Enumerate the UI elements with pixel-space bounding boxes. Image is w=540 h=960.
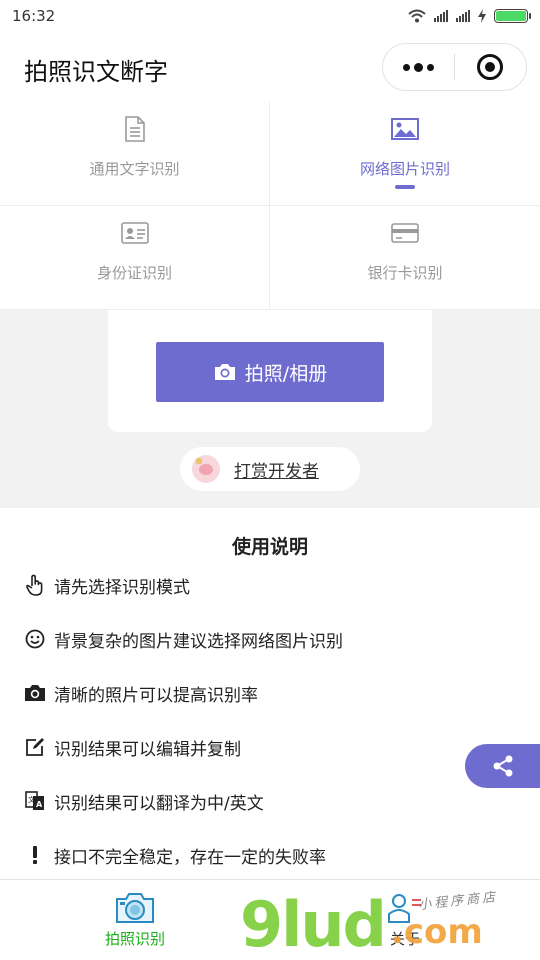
reward-developer-button[interactable]: 打赏开发者: [180, 447, 360, 491]
instruction-text: 背景复杂的图片建议选择网络图片识别: [54, 631, 343, 652]
close-miniprogram-button[interactable]: [455, 44, 526, 90]
image-icon: [391, 118, 419, 140]
capsule-menu: [382, 43, 527, 91]
person-tab-icon: [388, 893, 421, 923]
photo-album-label: 拍照/相册: [244, 362, 328, 385]
charging-icon: [478, 9, 486, 23]
instruction-item: 清晰的照片可以提高识别率: [24, 680, 258, 706]
bank-card-icon: [391, 223, 419, 243]
svg-text:文: 文: [28, 795, 35, 804]
piggy-bank-icon: [192, 455, 220, 483]
wifi-icon: [408, 9, 426, 23]
tab-about[interactable]: 关于: [270, 880, 540, 960]
mode-id-card[interactable]: 身份证识别: [0, 206, 270, 310]
battery-icon: [494, 9, 531, 23]
camera-icon: [214, 364, 235, 380]
more-dot-right: [427, 63, 434, 71]
signal-icon: [434, 10, 448, 22]
more-button[interactable]: [383, 44, 454, 90]
camera-tab-icon: [116, 892, 154, 923]
tab-photo-recognition[interactable]: 拍照识别: [0, 880, 270, 960]
status-time: 16:32: [12, 7, 56, 25]
mode-general-text[interactable]: 通用文字识别: [0, 102, 270, 206]
instruction-item: 背景复杂的图片建议选择网络图片识别: [24, 626, 343, 652]
photo-album-button[interactable]: 拍照/相册: [156, 342, 384, 402]
instruction-item: 接口不完全稳定，存在一定的失败率: [24, 842, 326, 868]
page-title: 拍照识文断字: [24, 58, 168, 86]
tab-bar: 拍照识别 关于: [0, 879, 540, 960]
reward-label: 打赏开发者: [234, 461, 319, 482]
instruction-item: 请先选择识别模式: [24, 572, 190, 598]
tab-label: 拍照识别: [104, 929, 165, 948]
status-bar: 16:32: [0, 0, 540, 32]
svg-text:A: A: [36, 800, 43, 809]
smiley-icon: [25, 629, 45, 649]
mode-label: 通用文字识别: [89, 160, 180, 178]
mode-web-image[interactable]: 网络图片识别: [270, 102, 540, 206]
more-dots-icon: [403, 63, 410, 71]
share-icon: [493, 755, 512, 777]
nav-bar: 拍照识文断字: [0, 32, 540, 102]
document-icon: [124, 116, 145, 142]
exclamation-icon: [33, 846, 37, 864]
camera-icon: [25, 685, 45, 701]
instruction-text: 请先选择识别模式: [54, 577, 190, 598]
status-icons: [408, 9, 531, 23]
share-button[interactable]: [465, 744, 540, 788]
id-card-icon: [120, 222, 149, 244]
pointer-hand-icon: [26, 574, 43, 596]
translate-icon: 文 A: [25, 791, 44, 810]
edit-icon: [26, 738, 44, 756]
instructions-title: 使用说明: [231, 536, 308, 558]
mode-label: 网络图片识别: [359, 160, 450, 178]
tab-label: 关于: [389, 929, 420, 948]
instructions-section: 使用说明 请先选择识别模式 背景复杂的图片建议选择网络图片识别 清晰的照片可以提…: [0, 508, 540, 880]
instruction-item: 识别结果可以编辑并复制: [24, 734, 241, 760]
mode-grid: 通用文字识别 网络图片识别 身份证识别 银行卡识别: [0, 102, 540, 310]
more-dot-center: [414, 62, 423, 72]
mode-bank-card[interactable]: 银行卡识别: [270, 206, 540, 310]
instruction-item: 文 A 识别结果可以翻译为中/英文: [24, 788, 264, 814]
mode-label: 身份证识别: [96, 264, 172, 282]
mode-label: 银行卡识别: [367, 264, 443, 282]
signal-icon-2: [456, 10, 470, 22]
instruction-text: 识别结果可以编辑并复制: [54, 739, 241, 760]
upload-area: 拍照/相册 打赏开发者: [0, 310, 540, 508]
active-indicator: [395, 185, 415, 189]
instruction-text: 识别结果可以翻译为中/英文: [54, 793, 264, 814]
upload-card: 拍照/相册: [108, 310, 432, 432]
instruction-text: 接口不完全稳定，存在一定的失败率: [54, 847, 326, 868]
instruction-text: 清晰的照片可以提高识别率: [54, 685, 258, 706]
target-icon: [477, 54, 504, 80]
